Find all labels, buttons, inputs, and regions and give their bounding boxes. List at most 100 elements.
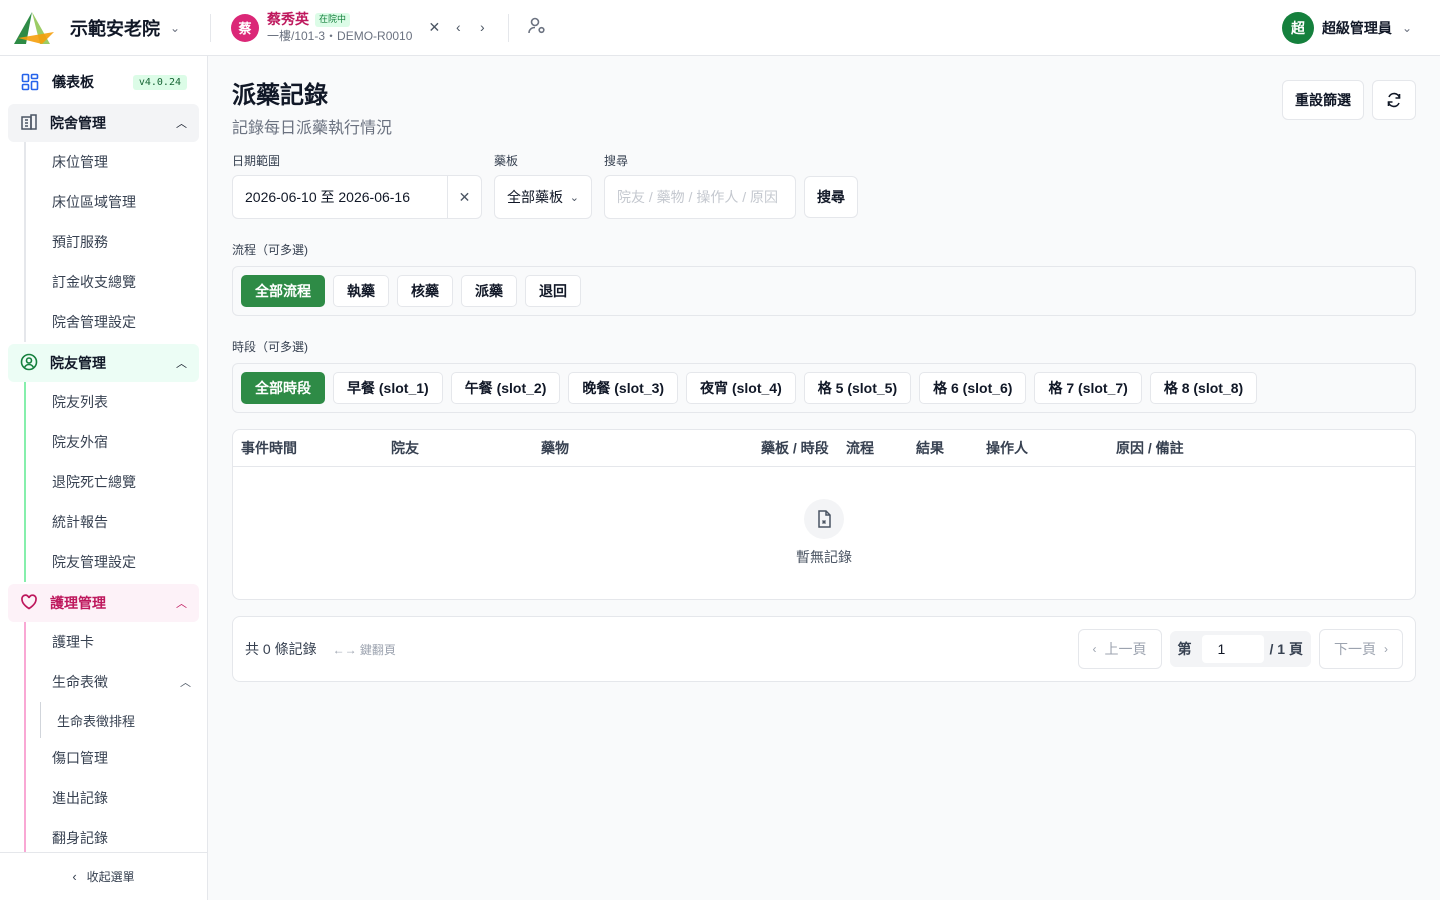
next-page-button[interactable]: 下一頁 › [1319,629,1403,669]
column-header[interactable]: 藥物 [541,438,761,458]
prev-label: 上一頁 [1104,641,1147,657]
clear-date-icon[interactable]: ✕ [447,176,481,218]
sidebar-group-label: 院舍管理 [50,115,106,131]
refresh-icon [1387,92,1401,108]
chevron-right-icon[interactable]: › [474,19,490,36]
sidebar-item-facility-settings[interactable]: 院舍管理設定 [24,302,199,342]
resident-avatar: 蔡 [231,13,259,42]
column-header[interactable]: 事件時間 [241,438,391,458]
sidebar-item-vital-schedule[interactable]: 生命表徵排程 [40,702,199,738]
dashboard-icon [20,72,40,92]
process-filter: 全部流程 執藥 核藥 派藥 退回 [232,266,1416,316]
resident-location: 一樓/101-3・DEMO-R0010 [267,28,413,43]
sidebar-item-reports[interactable]: 統計報告 [24,502,199,542]
date-range-value: 2026-06-10 至 2026-06-16 [245,189,411,205]
chevron-right-icon: › [1384,642,1388,656]
slot-chip-4[interactable]: 夜宵 (slot_4) [686,372,796,404]
process-chip-verify[interactable]: 核藥 [397,275,453,307]
version-badge: v4.0.24 [132,74,187,90]
sidebar-item-resident-list[interactable]: 院友列表 [24,382,199,422]
divider [210,13,211,42]
slot-chip-2[interactable]: 午餐 (slot_2) [450,372,561,404]
sidebar-item-booking[interactable]: 預訂服務 [24,222,199,262]
date-range-label: 日期範圍 [232,154,281,168]
empty-text: 暫無記錄 [796,549,852,565]
process-chip-return[interactable]: 退回 [525,275,581,307]
search-button[interactable]: 搜尋 [804,176,858,218]
resident-controls: ✕ ‹ › [426,19,490,36]
divider [508,13,510,42]
slot-filter-label: 時段（可多選) [232,340,308,354]
column-header[interactable]: 流程 [846,438,916,458]
sidebar-item-beds[interactable]: 床位管理 [24,142,199,182]
org-logo-icon [14,11,54,44]
column-header[interactable]: 藥板 / 時段 [761,438,846,458]
resident-name: 蔡秀英 [267,11,309,28]
total-count: 共 0 條記錄 [245,641,317,657]
sidebar-item-label: 生命表徵 [52,674,108,690]
sidebar-item-dashboard[interactable]: 儀表板 v4.0.24 [8,62,199,102]
tray-label: 藥板 [494,154,519,168]
refresh-button[interactable] [1372,80,1416,120]
page-title: 派藥記錄 [232,82,328,109]
chevron-down-icon: ⌄ [569,191,579,204]
sidebar-item-vital-signs[interactable]: 生命表徵 ︿ [24,662,199,702]
sidebar-item-discharge[interactable]: 退院死亡總覽 [24,462,199,502]
sidebar-item-deposits[interactable]: 訂金收支總覽 [24,262,199,302]
user-menu[interactable]: 超 超級管理員 ⌄ [1281,11,1440,44]
user-settings-icon[interactable] [527,16,547,39]
sidebar-item-wounds[interactable]: 傷口管理 [24,738,199,778]
reset-filters-button[interactable]: 重設篩選 [1282,80,1364,120]
slot-chip-6[interactable]: 格 6 (slot_6) [919,372,1027,404]
process-chip-dispense[interactable]: 派藥 [461,275,517,307]
collapse-label: 收起選單 [86,870,135,884]
sidebar-group-nursing[interactable]: 護理管理 ︿ [8,584,199,622]
column-header[interactable]: 院友 [391,438,541,458]
sidebar-group-residents[interactable]: 院友管理 ︿ [8,344,199,382]
top-bar: 示範安老院 ⌄ 蔡 蔡秀英 在院中 一樓/101-3・DEMO-R0010 ✕ … [0,0,1440,56]
empty-state: 暫無記錄 [233,467,1415,567]
date-range-picker[interactable]: 2026-06-10 至 2026-06-16 ✕ [232,175,482,219]
current-resident[interactable]: 蔡 蔡秀英 在院中 一樓/101-3・DEMO-R0010 ✕ ‹ › [231,11,490,44]
chevron-left-icon[interactable]: ‹ [450,19,466,36]
close-icon[interactable]: ✕ [426,19,442,36]
slot-chip-3[interactable]: 晚餐 (slot_3) [568,372,679,404]
column-header[interactable]: 原因 / 備註 [1116,438,1266,458]
slot-chip-7[interactable]: 格 7 (slot_7) [1034,372,1142,404]
page-number-input[interactable] [1201,635,1264,663]
slot-filter: 全部時段 早餐 (slot_1) 午餐 (slot_2) 晚餐 (slot_3)… [232,363,1416,413]
sidebar-item-resident-settings[interactable]: 院友管理設定 [24,542,199,582]
column-header[interactable]: 結果 [916,438,986,458]
resident-info: 蔡秀英 在院中 一樓/101-3・DEMO-R0010 [267,11,412,44]
page-subtitle: 記錄每日派藥執行情況 [232,120,393,137]
column-header[interactable]: 操作人 [986,438,1116,458]
chevron-left-icon: ‹ [1092,642,1097,656]
page-jump: 第 / 1 頁 [1169,631,1311,667]
slot-chip-all[interactable]: 全部時段 [241,372,325,404]
page-prefix: 第 [1177,641,1192,657]
collapse-sidebar-button[interactable]: ‹ 收起選單 [0,852,207,900]
slot-chip-5[interactable]: 格 5 (slot_5) [803,372,912,404]
sidebar-item-nursing-card[interactable]: 護理卡 [24,622,199,662]
process-chip-all[interactable]: 全部流程 [241,275,325,307]
slot-chip-8[interactable]: 格 8 (slot_8) [1149,372,1258,404]
keyboard-hint: ←→ 鍵翻頁 [332,642,396,657]
empty-file-icon [804,499,844,539]
sidebar-group-label: 院友管理 [50,355,106,371]
tray-select[interactable]: 全部藥板 ⌄ [494,175,592,219]
records-table: 事件時間 院友 藥物 藥板 / 時段 流程 結果 操作人 原因 / 備註 暫無記… [232,429,1416,600]
process-chip-prepare[interactable]: 執藥 [333,275,389,307]
slot-chip-1[interactable]: 早餐 (slot_1) [333,372,443,404]
prev-page-button[interactable]: ‹ 上一頁 [1077,629,1162,669]
sidebar-item-bed-areas[interactable]: 床位區域管理 [24,182,199,222]
page-suffix: / 1 頁 [1269,641,1303,657]
search-input[interactable] [604,175,796,219]
sidebar-item-in-out[interactable]: 進出記錄 [24,778,199,818]
chevron-up-icon: ︿ [176,358,187,370]
sidebar-group-facility[interactable]: 院舍管理 ︿ [8,104,199,142]
sidebar-item-resident-leave[interactable]: 院友外宿 [24,422,199,462]
main-content: 派藥記錄 記錄每日派藥執行情況 重設篩選 日期範圍 2026-06-10 至 2… [208,56,1440,900]
org-switcher[interactable]: 示範安老院 ⌄ [0,0,210,55]
sidebar-group-label: 護理管理 [50,595,106,611]
chevron-up-icon: ︿ [176,598,187,610]
